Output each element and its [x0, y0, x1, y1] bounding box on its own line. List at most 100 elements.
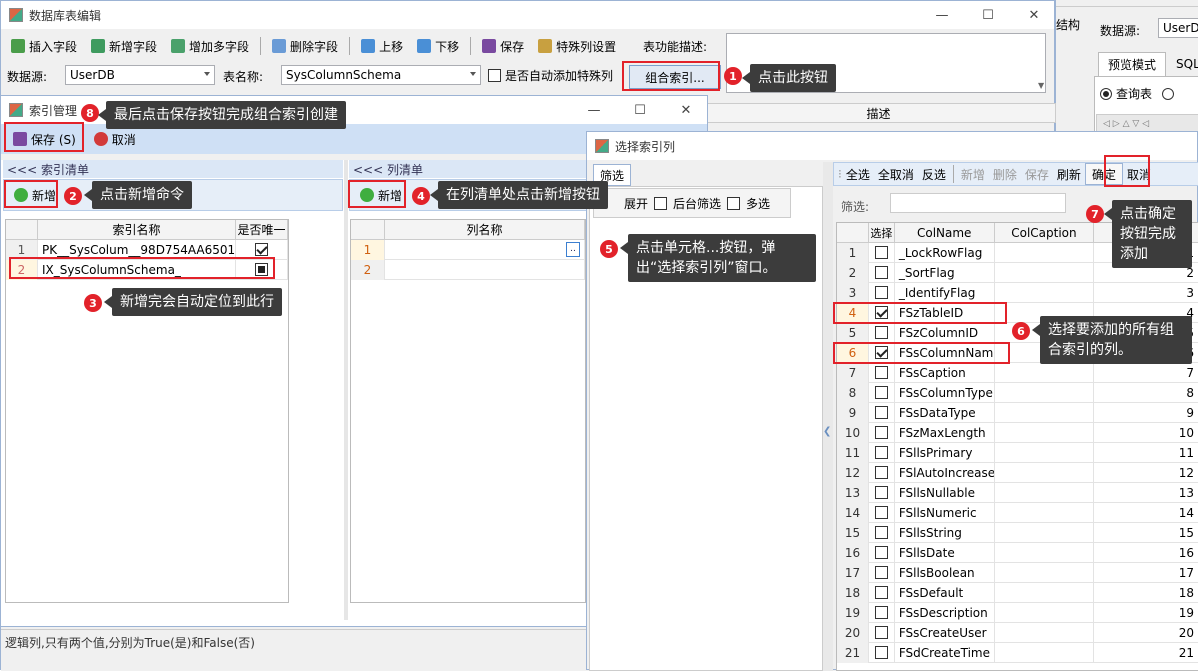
- select-cell[interactable]: [869, 522, 895, 543]
- colname-cell[interactable]: FSllsString: [895, 522, 995, 543]
- index-cancel-button[interactable]: 取消: [88, 128, 142, 150]
- table-row[interactable]: 13 FSllsNullable 13: [837, 482, 1198, 503]
- tab-sql[interactable]: SQL: [1176, 57, 1198, 71]
- datasource-combo[interactable]: UserDB: [65, 65, 215, 85]
- colcaption-cell[interactable]: [995, 282, 1095, 303]
- close-button[interactable]: ✕: [663, 96, 709, 124]
- move-up-button[interactable]: 上移: [355, 35, 409, 57]
- select-checkbox[interactable]: [874, 466, 888, 479]
- select-checkbox[interactable]: [874, 586, 888, 599]
- value-cell[interactable]: 20: [1094, 623, 1198, 643]
- select-cell[interactable]: [869, 542, 895, 563]
- colname-cell[interactable]: FSlAutoIncrease: [895, 462, 995, 483]
- ellipsis-button[interactable]: ..: [566, 241, 580, 257]
- minimize-button[interactable]: —: [919, 1, 965, 29]
- select-checkbox[interactable]: [874, 486, 888, 499]
- colcaption-cell[interactable]: [995, 422, 1095, 443]
- select-cell[interactable]: [869, 282, 895, 303]
- select-checkbox[interactable]: [874, 266, 888, 279]
- colcaption-cell[interactable]: [995, 242, 1095, 263]
- select-checkbox[interactable]: [874, 526, 888, 539]
- colname-cell[interactable]: FSsDescription: [895, 602, 995, 623]
- value-cell[interactable]: 8: [1094, 383, 1198, 403]
- select-all-button[interactable]: 全选: [842, 163, 874, 185]
- select-checkbox[interactable]: [874, 286, 888, 299]
- filter-input[interactable]: [890, 193, 1066, 213]
- value-cell[interactable]: 11: [1094, 443, 1198, 463]
- colname-cell[interactable]: FSzMaxLength: [895, 422, 995, 443]
- colname-cell[interactable]: FSzColumnID: [895, 322, 995, 343]
- desc-scroll-arrow[interactable]: ▼: [1038, 81, 1044, 90]
- table-row[interactable]: 18 FSsDefault 18: [837, 582, 1198, 603]
- colcaption-cell[interactable]: [995, 642, 1095, 663]
- select-checkbox[interactable]: [874, 546, 888, 559]
- minimize-button[interactable]: —: [571, 96, 617, 124]
- move-down-button[interactable]: 下移: [411, 35, 465, 57]
- column-list-title[interactable]: <<< 列清单: [349, 160, 589, 178]
- colname-cell[interactable]: _IdentifyFlag: [895, 282, 995, 303]
- table-row[interactable]: 20 FSsCreateUser 20: [837, 622, 1198, 643]
- select-cell[interactable]: [869, 442, 895, 463]
- select-checkbox[interactable]: [874, 326, 888, 339]
- colcaption-cell[interactable]: [995, 262, 1095, 283]
- table-row[interactable]: 14 FSllsNumeric 14: [837, 502, 1198, 523]
- select-cell[interactable]: [869, 502, 895, 523]
- value-cell[interactable]: 15: [1094, 523, 1198, 543]
- value-cell[interactable]: 14: [1094, 503, 1198, 523]
- insert-field-button[interactable]: 插入字段: [5, 35, 83, 57]
- table-row[interactable]: 11 FSllsPrimary 11: [837, 442, 1198, 463]
- datasource-combo[interactable]: UserD: [1158, 18, 1198, 38]
- colcaption-cell[interactable]: [995, 382, 1095, 403]
- value-cell[interactable]: 13: [1094, 483, 1198, 503]
- colname-cell[interactable]: FSsCreateUser: [895, 622, 995, 643]
- multi-select-checkbox[interactable]: [727, 196, 741, 210]
- select-checkbox[interactable]: [874, 506, 888, 519]
- table-row[interactable]: 21 FSdCreateTime 21: [837, 642, 1198, 663]
- select-cell[interactable]: [869, 242, 895, 263]
- table-row[interactable]: 15 FSllsString 15: [837, 522, 1198, 543]
- value-cell[interactable]: 12: [1094, 463, 1198, 483]
- colname-cell[interactable]: FSsDataType: [895, 402, 995, 423]
- select-cell[interactable]: [869, 482, 895, 503]
- select-cell[interactable]: [869, 322, 895, 343]
- table-row[interactable]: 3 _IdentifyFlag 3: [837, 282, 1198, 303]
- table-row[interactable]: 19 FSsDescription 19: [837, 602, 1198, 623]
- select-checkbox[interactable]: [874, 566, 888, 579]
- collapse-arrow[interactable]: ❮: [823, 426, 831, 437]
- colname-cell[interactable]: FSllsDate: [895, 542, 995, 563]
- select-cell[interactable]: [869, 402, 895, 423]
- select-checkbox[interactable]: [874, 246, 888, 259]
- colcaption-cell[interactable]: [995, 562, 1095, 583]
- add-multi-field-button[interactable]: 增加多字段: [165, 35, 255, 57]
- index-list-title[interactable]: <<< 索引清单: [3, 160, 343, 178]
- select-checkbox[interactable]: [874, 626, 888, 639]
- table-row[interactable]: 10 FSzMaxLength 10: [837, 422, 1198, 443]
- colcaption-cell[interactable]: [995, 362, 1095, 383]
- value-cell[interactable]: 19: [1094, 603, 1198, 623]
- value-cell[interactable]: 9: [1094, 403, 1198, 423]
- colcaption-cell[interactable]: [995, 522, 1095, 543]
- colcaption-cell[interactable]: [995, 602, 1095, 623]
- colname-cell[interactable]: _LockRowFlag: [895, 242, 995, 263]
- special-column-button[interactable]: 特殊列设置: [532, 35, 622, 57]
- colcaption-cell[interactable]: [995, 502, 1095, 523]
- colname-cell[interactable]: FSllsBoolean: [895, 562, 995, 583]
- select-cell[interactable]: [869, 422, 895, 443]
- colname-cell[interactable]: FSllsNullable: [895, 482, 995, 503]
- colname-cell[interactable]: FSllsNumeric: [895, 502, 995, 523]
- colcaption-cell[interactable]: [995, 622, 1095, 643]
- tab-structure[interactable]: 结构: [1056, 16, 1086, 33]
- delete-button[interactable]: 删除: [989, 163, 1021, 185]
- tab-preview[interactable]: 预览模式: [1098, 52, 1166, 76]
- value-cell[interactable]: 7: [1094, 363, 1198, 383]
- select-checkbox[interactable]: [874, 606, 888, 619]
- colname-cell[interactable]: _SortFlag: [895, 262, 995, 283]
- add-field-button[interactable]: 新增字段: [85, 35, 163, 57]
- select-checkbox[interactable]: [874, 386, 888, 399]
- select-checkbox[interactable]: [874, 646, 888, 659]
- table-row[interactable]: 9 FSsDataType 9: [837, 402, 1198, 423]
- select-cell[interactable]: [869, 562, 895, 583]
- close-button[interactable]: ✕: [1011, 1, 1057, 29]
- select-checkbox[interactable]: [874, 366, 888, 379]
- colcaption-cell[interactable]: [995, 462, 1095, 483]
